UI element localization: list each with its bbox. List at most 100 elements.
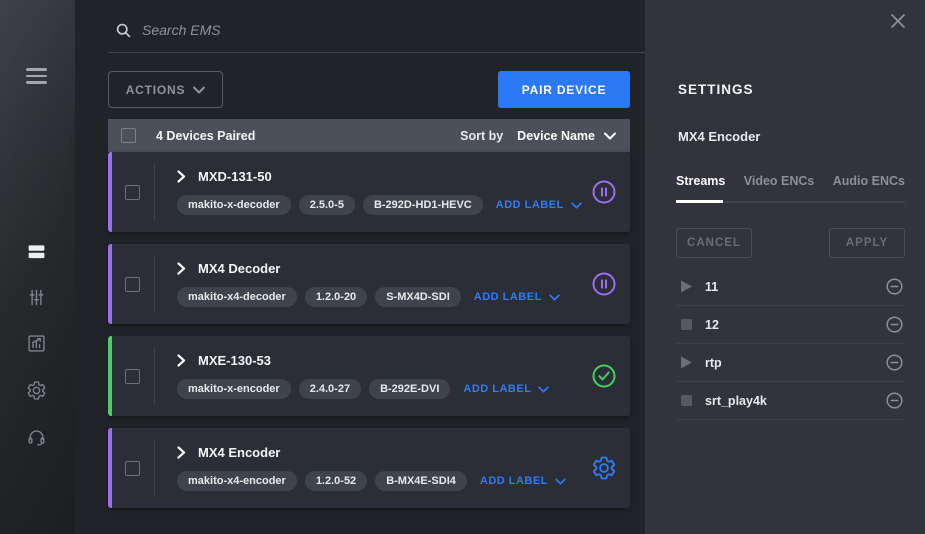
device-checkbox[interactable]	[125, 185, 140, 200]
remove-stream-icon[interactable]	[886, 354, 903, 371]
search-icon	[115, 22, 132, 39]
tab-streams[interactable]: Streams	[676, 174, 725, 188]
device-row[interactable]: MX4 Encoder makito-x4-encoder 1.2.0-52 B-M…	[108, 428, 630, 508]
chevron-down-icon	[538, 386, 549, 393]
ok-status-icon	[591, 363, 617, 389]
add-label-button[interactable]: ADD LABEL	[480, 475, 566, 487]
device-name: MXD-131-50	[198, 169, 272, 184]
stream-row[interactable]: 12	[676, 306, 905, 344]
sort-value-dropdown[interactable]: Device Name	[517, 129, 616, 143]
device-checkbox[interactable]	[125, 461, 140, 476]
settings-device-name: MX4 Encoder	[678, 129, 760, 144]
remove-stream-icon[interactable]	[886, 316, 903, 333]
device-row[interactable]: MX4 Decoder makito-x4-decoder 1.2.0-20 S-M…	[108, 244, 630, 324]
left-sidebar	[0, 0, 75, 534]
actions-button[interactable]: ACTIONS	[108, 71, 223, 108]
device-tags: makito-x4-encoder 1.2.0-52 B-MX4E-SDI4 ADD …	[177, 471, 591, 491]
cancel-button[interactable]: CANCEL	[676, 228, 752, 258]
pair-device-button[interactable]: PAIR DEVICE	[498, 71, 630, 108]
device-tag: B-MX4E-SDI4	[375, 471, 467, 491]
play-icon	[680, 356, 693, 369]
support-nav-icon[interactable]	[26, 427, 47, 448]
device-tags: makito-x-decoder 2.5.0-5 B-292D-HD1-HEVC AD…	[177, 195, 591, 215]
stream-name: rtp	[705, 356, 886, 370]
device-tag: makito-x4-encoder	[177, 471, 297, 491]
stream-row[interactable]: 11	[676, 268, 905, 306]
pause-status-icon	[591, 271, 617, 297]
tab-video-encs[interactable]: Video ENCs	[744, 174, 815, 188]
close-icon[interactable]	[889, 12, 907, 30]
device-tag: 1.2.0-20	[305, 287, 367, 307]
device-tag: 2.5.0-5	[299, 195, 355, 215]
device-checkbox[interactable]	[125, 277, 140, 292]
device-name: MXE-130-53	[198, 353, 271, 368]
chevron-down-icon	[193, 86, 205, 94]
device-status-icon[interactable]	[591, 271, 617, 297]
device-status-icon[interactable]	[591, 455, 617, 481]
expand-chevron-icon[interactable]	[177, 446, 186, 459]
chevron-down-icon	[555, 478, 566, 485]
device-row[interactable]: MXD-131-50 makito-x-decoder 2.5.0-5 B-292D…	[108, 152, 630, 232]
device-tag: B-292E-DVI	[369, 379, 450, 399]
device-tags: makito-x-encoder 2.4.0-27 B-292E-DVI ADD LA…	[177, 379, 591, 399]
stream-name: 12	[705, 318, 886, 332]
select-all-checkbox[interactable]	[121, 128, 136, 143]
device-name: MX4 Encoder	[198, 445, 280, 460]
device-tag: 2.4.0-27	[299, 379, 361, 399]
expand-chevron-icon[interactable]	[177, 170, 186, 183]
pause-status-icon	[591, 179, 617, 205]
device-row[interactable]: MXE-130-53 makito-x-encoder 2.4.0-27 B-292…	[108, 336, 630, 416]
search-bar	[108, 0, 645, 53]
routes-nav-icon[interactable]	[26, 287, 47, 308]
settings-title: SETTINGS	[678, 82, 754, 97]
chevron-down-icon	[549, 294, 560, 301]
apply-button[interactable]: APPLY	[829, 228, 905, 258]
stream-list: 11 12 rtp	[676, 268, 905, 420]
play-icon	[680, 280, 693, 293]
stream-name: 11	[705, 280, 886, 294]
device-tag: S-MX4D-SDI	[375, 287, 461, 307]
remove-stream-icon[interactable]	[886, 392, 903, 409]
stream-row[interactable]: srt_play4k	[676, 382, 905, 420]
device-checkbox[interactable]	[125, 369, 140, 384]
stream-row[interactable]: rtp	[676, 344, 905, 382]
gear-status-icon	[591, 455, 617, 481]
tab-audio-encs[interactable]: Audio ENCs	[833, 174, 905, 188]
add-label-button[interactable]: ADD LABEL	[463, 383, 549, 395]
settings-tabs: Streams Video ENCs Audio ENCs	[676, 174, 905, 188]
device-tag: 1.2.0-52	[305, 471, 367, 491]
add-label-button[interactable]: ADD LABEL	[474, 291, 560, 303]
device-tag: makito-x-encoder	[177, 379, 291, 399]
stats-nav-icon[interactable]	[26, 333, 47, 354]
sort-value-label: Device Name	[517, 129, 595, 143]
add-label-button[interactable]: ADD LABEL	[496, 199, 582, 211]
stop-icon	[680, 394, 693, 407]
sort-by-label: Sort by	[460, 129, 503, 143]
chevron-down-icon	[571, 202, 582, 209]
settings-nav-icon[interactable]	[26, 380, 47, 401]
expand-chevron-icon[interactable]	[177, 354, 186, 367]
device-tag: makito-x-decoder	[177, 195, 291, 215]
device-list-header: 4 Devices Paired Sort by Device Name	[108, 119, 630, 152]
devices-paired-count: 4 Devices Paired	[156, 129, 255, 143]
devices-nav-icon[interactable]	[26, 241, 47, 262]
device-list-panel: ACTIONS PAIR DEVICE 4 Devices Paired Sor…	[75, 0, 645, 534]
device-tags: makito-x4-decoder 1.2.0-20 S-MX4D-SDI ADD L…	[177, 287, 591, 307]
stop-icon	[680, 318, 693, 331]
actions-button-label: ACTIONS	[126, 83, 186, 97]
device-status-icon[interactable]	[591, 179, 617, 205]
device-tag: B-292D-HD1-HEVC	[363, 195, 483, 215]
device-name: MX4 Decoder	[198, 261, 280, 276]
settings-panel: SETTINGS MX4 Encoder Streams Video ENCs …	[645, 0, 925, 534]
expand-chevron-icon[interactable]	[177, 262, 186, 275]
device-status-icon[interactable]	[591, 363, 617, 389]
device-list: MXD-131-50 makito-x-decoder 2.5.0-5 B-292D…	[108, 152, 630, 508]
search-input[interactable]	[142, 22, 582, 38]
menu-hamburger-icon[interactable]	[26, 68, 47, 88]
device-tag: makito-x4-decoder	[177, 287, 297, 307]
active-tab-indicator	[676, 200, 723, 203]
chevron-down-icon	[604, 132, 616, 140]
remove-stream-icon[interactable]	[886, 278, 903, 295]
tab-underline-track	[676, 201, 905, 203]
stream-name: srt_play4k	[705, 394, 886, 408]
